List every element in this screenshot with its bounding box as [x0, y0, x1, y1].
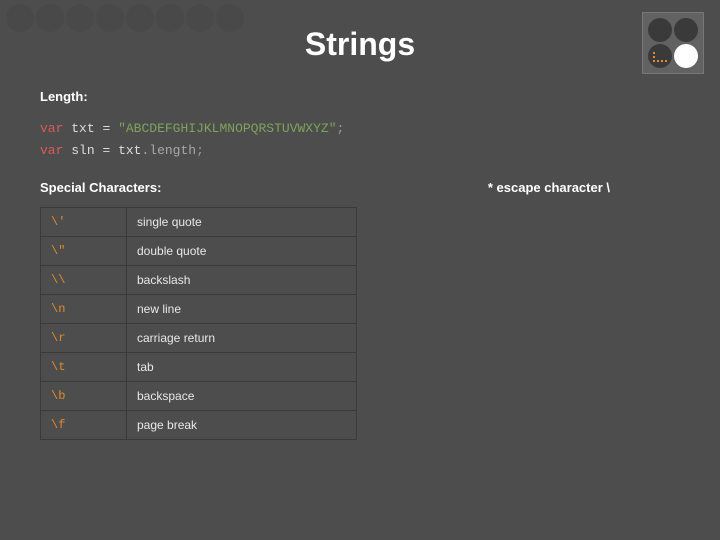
special-chars-header-row: Special Characters: * escape character \ [40, 180, 680, 195]
escape-sequence: \' [41, 208, 127, 237]
identifier: txt [71, 121, 94, 136]
escape-description: new line [127, 295, 357, 324]
logo-circle [674, 44, 698, 68]
code-block: var txt = "ABCDEFGHIJKLMNOPQRSTUVWXYZ"; … [40, 118, 680, 162]
logo-circle [674, 18, 698, 42]
logo-icon [642, 12, 704, 74]
semicolon: ; [196, 143, 204, 158]
semicolon: ; [337, 121, 345, 136]
escape-description: backspace [127, 382, 357, 411]
identifier: txt [118, 143, 141, 158]
table-row: \\backslash [41, 266, 357, 295]
table-row: \'single quote [41, 208, 357, 237]
dot [186, 4, 214, 32]
table-row: \fpage break [41, 411, 357, 440]
table-row: \"double quote [41, 237, 357, 266]
keyword-var: var [40, 143, 63, 158]
content-area: Length: var txt = "ABCDEFGHIJKLMNOPQRSTU… [0, 63, 720, 440]
identifier: sln [71, 143, 94, 158]
dot [6, 4, 34, 32]
escape-note: * escape character \ [488, 180, 610, 195]
escape-description: backslash [127, 266, 357, 295]
escape-sequence: \\ [41, 266, 127, 295]
dot [126, 4, 154, 32]
logo-circle [648, 18, 672, 42]
dot [66, 4, 94, 32]
dot [36, 4, 64, 32]
escape-description: single quote [127, 208, 357, 237]
escape-sequence: \t [41, 353, 127, 382]
escape-description: page break [127, 411, 357, 440]
escape-description: carriage return [127, 324, 357, 353]
table-row: \rcarriage return [41, 324, 357, 353]
escape-description: double quote [127, 237, 357, 266]
table-row: \ttab [41, 353, 357, 382]
escape-table: \'single quote\"double quote\\backslash\… [40, 207, 357, 440]
escape-description: tab [127, 353, 357, 382]
dot [216, 4, 244, 32]
escape-sequence: \b [41, 382, 127, 411]
escape-sequence: \r [41, 324, 127, 353]
escape-sequence: \n [41, 295, 127, 324]
table-row: \bbackspace [41, 382, 357, 411]
length-label: Length: [40, 89, 680, 104]
keyword-var: var [40, 121, 63, 136]
table-row: \nnew line [41, 295, 357, 324]
logo-circle [648, 44, 672, 68]
special-chars-label: Special Characters: [40, 180, 161, 195]
escape-sequence: \" [41, 237, 127, 266]
dot [96, 4, 124, 32]
escape-sequence: \f [41, 411, 127, 440]
string-literal: "ABCDEFGHIJKLMNOPQRSTUVWXYZ" [118, 121, 336, 136]
dot [156, 4, 184, 32]
decorative-dots [0, 0, 250, 36]
member: length [149, 143, 196, 158]
